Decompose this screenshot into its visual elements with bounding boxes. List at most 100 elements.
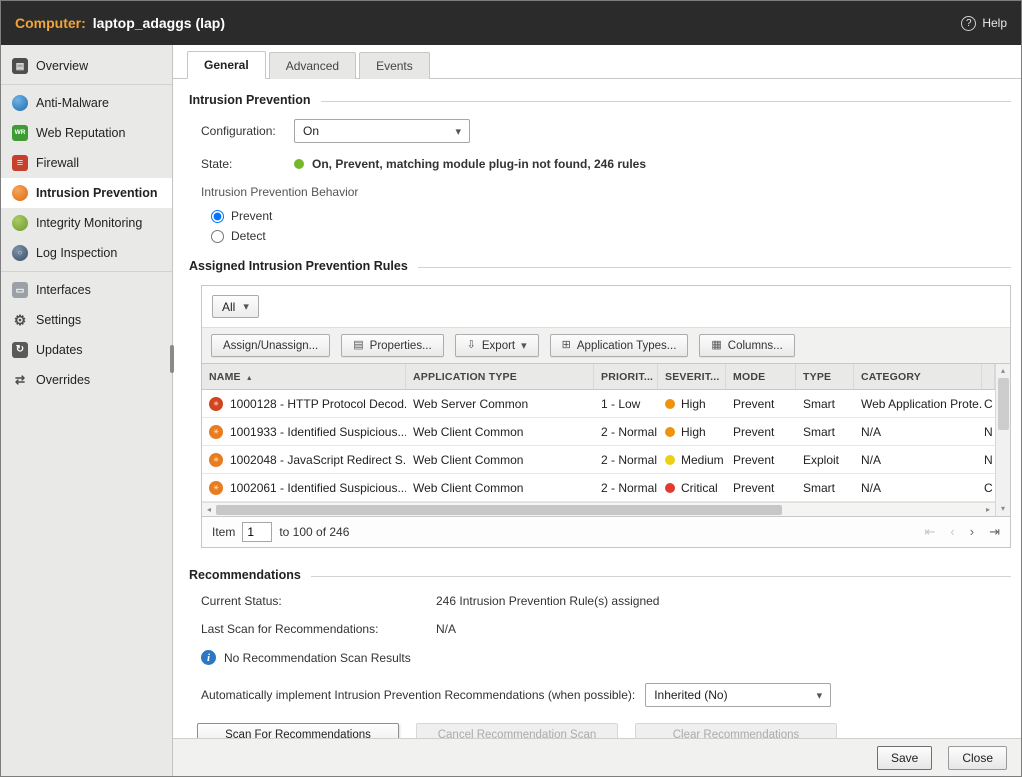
sidebar-item-settings[interactable]: Settings (1, 305, 172, 335)
pagination-controls (925, 524, 1001, 540)
columns-button[interactable]: Columns... (699, 334, 794, 357)
tab-advanced[interactable]: Advanced (269, 52, 356, 79)
rules-table-header: NAME APPLICATION TYPE PRIORIT... SEVERIT… (202, 364, 995, 390)
configuration-value: On (303, 124, 319, 138)
chevron-down-icon (455, 125, 461, 138)
help-icon (961, 16, 976, 31)
application-types-label: Application Types... (577, 340, 677, 352)
column-header-priority[interactable]: PRIORIT... (594, 364, 658, 389)
table-row[interactable]: 1002048 - JavaScript Redirect S... Web C… (202, 446, 995, 474)
save-button[interactable]: Save (877, 746, 932, 770)
vertical-scrollbar[interactable] (995, 364, 1010, 516)
content-panel: General Advanced Events Intrusion Preven… (173, 45, 1021, 776)
item-number-input[interactable] (242, 522, 272, 542)
sidebar-item-label: Overview (36, 59, 88, 73)
scroll-up-icon[interactable] (1001, 365, 1005, 377)
severity-dot (665, 399, 675, 409)
sidebar-item-integrity-monitoring[interactable]: Integrity Monitoring (1, 208, 172, 238)
first-page-icon[interactable] (925, 524, 936, 540)
cancel-recommendation-scan-button: Cancel Recommendation Scan (416, 723, 618, 738)
tab-events[interactable]: Events (359, 52, 430, 79)
integrity-monitoring-icon (12, 215, 28, 231)
assigned-rules-panel: All Assign/Unassign... Properties... (201, 285, 1011, 548)
sidebar-item-interfaces[interactable]: Interfaces (1, 275, 172, 305)
column-header-severity[interactable]: SEVERIT... (658, 364, 726, 389)
sidebar-item-overrides[interactable]: Overrides (1, 365, 172, 395)
table-row[interactable]: 1002061 - Identified Suspicious... Web C… (202, 474, 995, 502)
behavior-label: Intrusion Prevention Behavior (201, 185, 1011, 199)
current-status-row: Current Status: 246 Intrusion Prevention… (201, 594, 1011, 608)
rule-type: Smart (796, 481, 854, 495)
severity-dot (665, 455, 675, 465)
column-header-application-type[interactable]: APPLICATION TYPE (406, 364, 594, 389)
sidebar-item-log-inspection[interactable]: Log Inspection (1, 238, 172, 268)
last-page-icon[interactable] (989, 524, 1000, 540)
next-page-icon[interactable] (970, 524, 974, 540)
export-label: Export (482, 340, 515, 352)
rules-toolbar: Assign/Unassign... Properties... Export (202, 327, 1010, 364)
scan-for-recommendations-button[interactable]: Scan For Recommendations (197, 723, 399, 738)
sidebar-item-intrusion-prevention[interactable]: Intrusion Prevention (1, 178, 172, 208)
scroll-left-icon[interactable] (202, 505, 216, 514)
sidebar-item-web-reputation[interactable]: Web Reputation (1, 118, 172, 148)
rule-severity: High (681, 425, 706, 439)
sidebar-splitter-handle[interactable] (170, 345, 174, 373)
help-button[interactable]: Help (961, 16, 1007, 31)
horizontal-scroll-track[interactable] (216, 503, 981, 516)
info-icon (201, 650, 216, 665)
vertical-scroll-thumb[interactable] (998, 378, 1009, 430)
table-row[interactable]: 1000128 - HTTP Protocol Decod... Web Ser… (202, 390, 995, 418)
column-header-label: MODE (733, 371, 765, 383)
rules-filter-dropdown[interactable]: All (212, 295, 259, 318)
sidebar-item-updates[interactable]: Updates (1, 335, 172, 365)
assigned-rules-section-header: Assigned Intrusion Prevention Rules (189, 259, 1011, 273)
chevron-down-icon (243, 300, 249, 313)
no-results-row: No Recommendation Scan Results (201, 650, 1011, 665)
close-button[interactable]: Close (948, 746, 1007, 770)
section-rule-line (321, 101, 1011, 102)
sidebar-divider (1, 271, 172, 272)
section-title: Assigned Intrusion Prevention Rules (189, 259, 408, 273)
sidebar-item-firewall[interactable]: Firewall (1, 148, 172, 178)
scroll-right-icon[interactable] (981, 505, 995, 514)
previous-page-icon[interactable] (950, 524, 954, 540)
last-scan-value: N/A (436, 622, 456, 636)
detect-radio[interactable] (211, 230, 224, 243)
column-header-type[interactable]: TYPE (796, 364, 854, 389)
rule-clipped-text: C (982, 397, 995, 411)
title-bar: Computer: laptop_adaggs (lap) Help (1, 1, 1021, 45)
severity-dot (665, 427, 675, 437)
column-header-name[interactable]: NAME (202, 364, 406, 389)
rule-icon (209, 397, 223, 411)
assign-unassign-button[interactable]: Assign/Unassign... (211, 334, 330, 357)
rule-type: Smart (796, 425, 854, 439)
section-title: Intrusion Prevention (189, 93, 311, 107)
log-inspection-icon (12, 245, 28, 261)
rule-application-type: Web Client Common (406, 453, 594, 467)
last-scan-label: Last Scan for Recommendations: (201, 622, 436, 636)
horizontal-scroll-thumb[interactable] (216, 505, 782, 515)
prevent-radio[interactable] (211, 210, 224, 223)
properties-button[interactable]: Properties... (341, 334, 443, 357)
sidebar-item-label: Intrusion Prevention (36, 186, 158, 200)
updates-icon (12, 342, 28, 358)
scroll-down-icon[interactable] (1001, 503, 1005, 515)
table-row[interactable]: 1001933 - Identified Suspicious... Web C… (202, 418, 995, 446)
horizontal-scrollbar[interactable] (202, 502, 995, 516)
configuration-dropdown[interactable]: On (294, 119, 470, 143)
vertical-scroll-track[interactable] (996, 377, 1010, 503)
auto-implement-dropdown[interactable]: Inherited (No) (645, 683, 831, 707)
export-button[interactable]: Export (455, 334, 539, 357)
web-reputation-icon (12, 125, 28, 141)
rule-application-type: Web Server Common (406, 397, 594, 411)
rule-type: Exploit (796, 453, 854, 467)
column-header-mode[interactable]: MODE (726, 364, 796, 389)
application-types-button[interactable]: Application Types... (550, 334, 689, 357)
columns-icon (711, 340, 721, 351)
tab-general[interactable]: General (187, 51, 266, 79)
item-range-text: to 100 of 246 (279, 525, 349, 539)
sidebar-item-overview[interactable]: Overview (1, 51, 172, 81)
sidebar-item-anti-malware[interactable]: Anti-Malware (1, 88, 172, 118)
column-header-category[interactable]: CATEGORY (854, 364, 982, 389)
columns-label: Columns... (728, 340, 783, 352)
